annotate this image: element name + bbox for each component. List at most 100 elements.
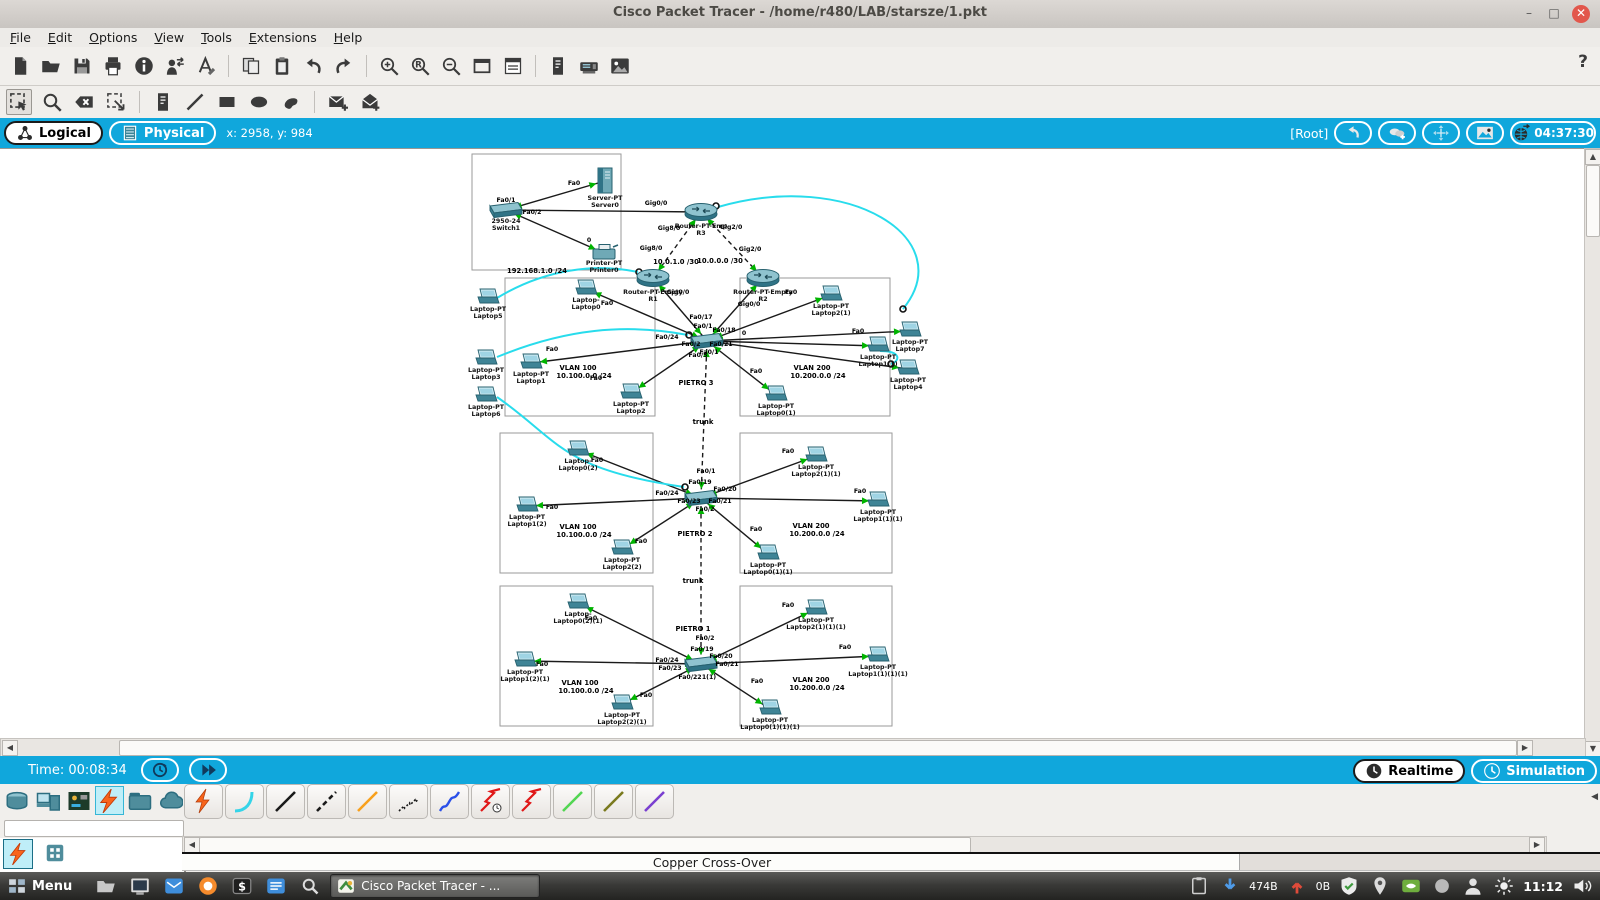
- device-laptop0_1[interactable]: Laptop-PTLaptop0(1): [756, 386, 795, 417]
- minimize-button[interactable]: –: [1520, 5, 1538, 23]
- cable-pietro1-laptop0_2_1[interactable]: [578, 603, 701, 664]
- connection-serial-dce[interactable]: [471, 784, 510, 819]
- redo-icon[interactable]: [332, 54, 356, 78]
- vscroll-thumb[interactable]: [1586, 165, 1600, 237]
- category-miscellaneous[interactable]: [126, 786, 155, 815]
- tab-physical[interactable]: Physical: [109, 121, 216, 145]
- set-tiled-background-button[interactable]: [1466, 121, 1504, 145]
- palette-scroll-thumb[interactable]: [199, 837, 971, 853]
- device-r1[interactable]: Router-PT-EmptyR1: [623, 270, 683, 304]
- fast-forward-time-button[interactable]: [189, 758, 227, 782]
- power-cycle-devices-button[interactable]: [141, 758, 179, 782]
- new-cluster-button[interactable]: [1378, 121, 1416, 145]
- resize-shape-icon[interactable]: [104, 90, 128, 114]
- os-menu-button[interactable]: Menu: [8, 877, 72, 895]
- titlebar[interactable]: Cisco Packet Tracer - /home/r480/LAB/sta…: [0, 0, 1600, 29]
- environment-time-button[interactable]: 04:37:30: [1510, 121, 1596, 145]
- scroll-left-arrow[interactable]: ◀: [2, 740, 18, 756]
- zoom-out-icon[interactable]: [439, 54, 463, 78]
- scroll-down-arrow[interactable]: ▼: [1585, 741, 1600, 757]
- add-complex-pdu-icon[interactable]: [358, 90, 382, 114]
- connection-phone[interactable]: [389, 784, 428, 819]
- drawing-palette-icon[interactable]: [194, 54, 218, 78]
- device-laptop0[interactable]: Laptop-Laptop0: [572, 280, 602, 311]
- grid-icon[interactable]: [41, 839, 69, 867]
- move-object-button[interactable]: [1422, 121, 1460, 145]
- zoom-in-icon[interactable]: [377, 54, 401, 78]
- tab-logical[interactable]: Logical: [4, 121, 103, 145]
- draw-rectangle-icon[interactable]: [215, 90, 239, 114]
- device-switch1[interactable]: 2950-24Switch1: [490, 203, 522, 233]
- browser-icon[interactable]: [196, 874, 220, 898]
- connection-usb[interactable]: [635, 784, 674, 819]
- category-network-devices[interactable]: [3, 786, 32, 815]
- volume-icon[interactable]: [1570, 874, 1594, 898]
- cable-pietro3-laptop2_1[interactable]: [707, 295, 831, 341]
- save-icon[interactable]: [70, 54, 94, 78]
- logical-workspace-canvas[interactable]: 2950-24Switch1Server-PTServer0Printer-PT…: [0, 148, 1584, 739]
- menu-extensions[interactable]: Extensions: [249, 30, 317, 45]
- custom-devices-dialog-icon[interactable]: [501, 54, 525, 78]
- draw-line-icon[interactable]: [183, 90, 207, 114]
- delete-icon[interactable]: [72, 90, 96, 114]
- device-laptop2_2_1[interactable]: Laptop-PTLaptop2(2)(1): [597, 695, 646, 726]
- zoom-reset-icon[interactable]: R: [408, 54, 432, 78]
- palette-collapse-icon[interactable]: ◀: [1591, 792, 1598, 802]
- device-r2[interactable]: Router-PT-EmptyR2: [733, 270, 793, 304]
- device-laptop3[interactable]: Laptop-PTLaptop3: [468, 350, 505, 381]
- shell-icon[interactable]: $: [230, 874, 254, 898]
- search-icon[interactable]: [298, 874, 322, 898]
- device-laptop2[interactable]: Laptop-PTLaptop2: [613, 384, 650, 415]
- select-icon[interactable]: [6, 89, 32, 115]
- palette-scroll-right[interactable]: ▶: [1529, 837, 1545, 853]
- connection-copper-cross-over[interactable]: [307, 784, 346, 819]
- menu-options[interactable]: Options: [89, 30, 137, 45]
- tab-simulation[interactable]: Simulation: [1471, 759, 1597, 783]
- undo-icon[interactable]: [301, 54, 325, 78]
- connection-automatic[interactable]: [184, 784, 223, 819]
- paste-icon[interactable]: [270, 54, 294, 78]
- device-laptop1_1_1[interactable]: Laptop-PTLaptop1(1)(1): [853, 492, 902, 523]
- connection-console[interactable]: [225, 784, 264, 819]
- connection-copper-straight-through[interactable]: [266, 784, 305, 819]
- text-editor-icon[interactable]: [264, 874, 288, 898]
- menu-help[interactable]: Help: [334, 30, 363, 45]
- mail-icon[interactable]: [162, 874, 186, 898]
- device-server0[interactable]: Server-PTServer0: [588, 168, 624, 209]
- image-manager-icon[interactable]: [608, 54, 632, 78]
- connection-coaxial[interactable]: [430, 784, 469, 819]
- device-laptop5[interactable]: Laptop-PTLaptop5: [470, 289, 507, 320]
- add-simple-pdu-icon[interactable]: [326, 90, 350, 114]
- user-icon[interactable]: [1461, 874, 1485, 898]
- menu-file[interactable]: File: [10, 30, 31, 45]
- draw-freeform-icon[interactable]: [279, 90, 303, 114]
- close-button[interactable]: ✕: [1572, 5, 1590, 23]
- vertical-scrollbar[interactable]: ▲ ▼: [1584, 148, 1600, 758]
- connection-octal[interactable]: [553, 784, 592, 819]
- maximize-button[interactable]: □: [1545, 5, 1563, 23]
- device-laptop7[interactable]: Laptop-PTLaptop7: [892, 322, 929, 353]
- category-connections[interactable]: [95, 786, 124, 815]
- clipboard-icon[interactable]: [1187, 874, 1211, 898]
- device-laptop0_1_1_1[interactable]: Laptop-PTLaptop0(1)(1)(1): [740, 700, 800, 731]
- back-button[interactable]: [1334, 121, 1372, 145]
- console-cable-3[interactable]: [497, 397, 684, 487]
- draw-ellipse-icon[interactable]: [247, 90, 271, 114]
- device-laptop1_1_1_1[interactable]: Laptop-PTLaptop1(1)(1)(1): [848, 647, 908, 678]
- shield-icon[interactable]: [1337, 874, 1361, 898]
- help-icon[interactable]: ?: [1578, 52, 1588, 72]
- hscroll-thumb[interactable]: [119, 740, 1517, 756]
- connection-fiber[interactable]: [348, 784, 387, 819]
- connection-serial-dte[interactable]: [512, 784, 551, 819]
- net-up-icon[interactable]: [1285, 874, 1309, 898]
- new-window-icon[interactable]: [470, 54, 494, 78]
- device-laptop1[interactable]: Laptop-PTLaptop1: [513, 354, 550, 385]
- scroll-right-arrow[interactable]: ▶: [1517, 740, 1533, 756]
- device-laptop1_2[interactable]: Laptop-PTLaptop1(2): [507, 497, 546, 528]
- horizontal-scrollbar[interactable]: ◀ ▶: [0, 738, 1586, 758]
- device-template-manager-icon[interactable]: [577, 54, 601, 78]
- copy-icon[interactable]: [239, 54, 263, 78]
- net-down-icon[interactable]: [1218, 874, 1242, 898]
- connections-lightning-icon[interactable]: [3, 839, 33, 869]
- taskbar-window-button[interactable]: Cisco Packet Tracer - ...: [330, 874, 540, 898]
